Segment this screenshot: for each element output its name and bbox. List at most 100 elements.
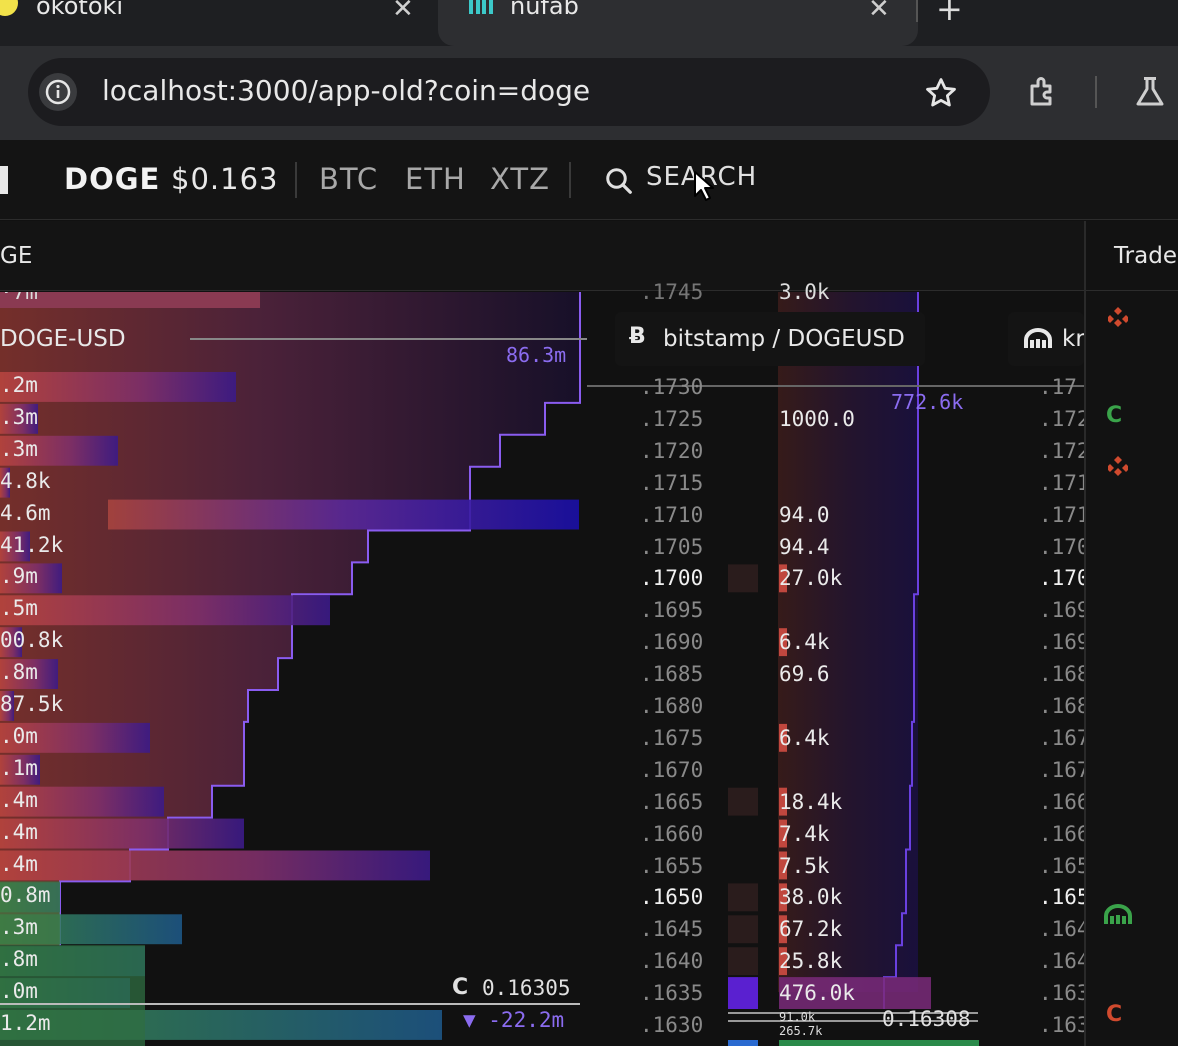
browser-tab-strip: okotoki ✕ nufab ✕ + (0, 0, 1178, 46)
depth-row-size: .2m (0, 373, 38, 397)
depth-row-size: 1.2m (0, 1011, 51, 1035)
order-size: 476.0k (779, 981, 855, 1006)
depth-row-size: 0.8m (0, 883, 51, 908)
order-size: 7.4k (779, 821, 830, 846)
price-level-next-exchange: .172 (1039, 406, 1084, 431)
coin-xtz[interactable]: XTZ (490, 162, 550, 196)
price-level: .1725 (640, 406, 704, 431)
extension-icon[interactable] (1026, 74, 1062, 110)
order-size: 7.5k (779, 853, 830, 878)
tab-close-icon[interactable]: ✕ (868, 0, 890, 24)
exchange-label-truncated: kr (1062, 326, 1084, 352)
exchange-depth-bar (728, 947, 758, 976)
mid-small-size-b: 265.7k (779, 1024, 823, 1038)
kraken-icon (1024, 328, 1052, 348)
address-bar[interactable]: localhost:3000/app-old?coin=doge (28, 58, 990, 126)
coin-eth[interactable]: ETH (405, 162, 466, 196)
price-level: .1630 (640, 1013, 704, 1037)
binance-icon (1108, 456, 1128, 476)
url-text[interactable]: localhost:3000/app-old?coin=doge (102, 74, 590, 107)
market-label: DOGE-USD (0, 326, 126, 352)
price-level: .1730 (640, 375, 704, 399)
okotoki-favicon-icon (0, 0, 18, 16)
price-level-next-exchange: .163 (1039, 1013, 1084, 1037)
mid-price: 0.16308 (882, 1007, 971, 1031)
info-icon[interactable] (38, 72, 78, 112)
browser-tab-nufab[interactable]: nufab ✕ (438, 0, 918, 46)
current-coin[interactable]: DOGE (64, 162, 160, 196)
exchange-depth-bar (728, 883, 758, 912)
price-level: .1690 (640, 630, 704, 655)
exchange-label: bitstamp / DOGEUSD (663, 326, 905, 352)
price-level: .1645 (640, 917, 704, 942)
price-level-next-exchange: .164 (1039, 917, 1084, 942)
star-icon[interactable] (924, 76, 958, 110)
search-icon (606, 168, 632, 194)
mid-small-size-a: 91.0k (779, 1010, 816, 1024)
price-level-next-exchange: .167 (1039, 725, 1084, 750)
price-level-next-exchange: .167 (1039, 757, 1084, 782)
price-level-next-exchange: .166 (1039, 789, 1084, 814)
price-level: .1670 (640, 757, 704, 782)
depth-row-size: 4.8k (0, 468, 51, 493)
order-size: 6.4k (779, 725, 830, 750)
price-level-next-exchange: .164 (1039, 949, 1084, 974)
mid-top-price: .1745 (640, 280, 704, 304)
price-level-next-exchange: .165 (1039, 885, 1084, 910)
tab-close-icon[interactable]: ✕ (392, 0, 414, 24)
price-level-next-exchange: .166 (1039, 821, 1084, 846)
depth-row-size: .8m (0, 660, 38, 685)
nav-divider (295, 162, 297, 198)
kraken-icon (1104, 904, 1132, 924)
order-size: 94.4 (779, 534, 830, 559)
price-level: .1635 (640, 981, 704, 1006)
ask-cumulative-total: 772.6k (891, 390, 964, 414)
new-tab-icon[interactable]: + (936, 0, 963, 28)
depth-row-size: .1m (0, 755, 38, 780)
price-level-next-exchange: .171 (1039, 502, 1084, 527)
trades-title: Trade (1114, 243, 1177, 269)
price-level: .1695 (640, 598, 704, 623)
order-size: 25.8k (779, 949, 843, 974)
exchange-depth-bar (728, 915, 758, 944)
price-level: .1685 (640, 662, 704, 687)
nav-divider (569, 162, 571, 198)
browser-toolbar: localhost:3000/app-old?coin=doge (0, 46, 1178, 140)
depth-bar (0, 595, 330, 626)
labs-icon[interactable] (1132, 74, 1168, 110)
price-level: .1665 (640, 789, 704, 814)
current-price: $0.163 (171, 162, 279, 196)
nav-edge-marker (0, 166, 8, 194)
aggregated-depth-panel: DOGE-USD 86.3m ·7m C 0.16305 ▼ -22.2m .2… (0, 292, 587, 1046)
coinbase-icon: C (1106, 403, 1123, 428)
price-level-next-exchange: .163 (1039, 981, 1084, 1006)
bitstamp-icon: Ƀ (629, 324, 646, 349)
price-level-next-exchange: .168 (1039, 694, 1084, 718)
cumulative-ask-total: 86.3m (506, 343, 567, 367)
price-level: .1700 (640, 566, 704, 591)
exchange-header-kraken[interactable]: kr (1008, 312, 1084, 366)
price-level-next-exchange: .165 (1039, 853, 1084, 878)
order-size: 38.0k (779, 885, 843, 910)
depth-row-size: .4m (0, 787, 38, 812)
order-size: 6.4k (779, 630, 830, 655)
browser-tab-okotoki[interactable]: okotoki ✕ (0, 0, 430, 46)
coin-btc[interactable]: BTC (319, 162, 378, 196)
coin-nav-bar: DOGE $0.163 BTC ETH XTZ SEARCH (0, 140, 1178, 220)
price-level: .1640 (640, 949, 704, 974)
search-button[interactable]: SEARCH (600, 158, 770, 202)
price-level: .1715 (640, 470, 704, 495)
exchange-header-bitstamp[interactable]: Ƀ bitstamp / DOGEUSD (615, 312, 925, 366)
mid-top-size: 3.0k (779, 280, 830, 304)
top-partial-label: ·7m (0, 292, 38, 304)
price-level-next-exchange: .169 (1039, 598, 1084, 623)
exchange-depth-bar (728, 977, 758, 1009)
depth-row-size: 41.2k (0, 532, 64, 557)
price-level: .1720 (640, 438, 704, 463)
depth-row-size: 87.5k (0, 692, 64, 716)
depth-row-size: .4m (0, 819, 38, 844)
exchange-depth-bar (728, 564, 758, 593)
price-level-next-exchange: .168 (1039, 662, 1084, 687)
exchange-depth-bar (728, 787, 758, 816)
trades-panel-header: Trade (1086, 221, 1178, 291)
